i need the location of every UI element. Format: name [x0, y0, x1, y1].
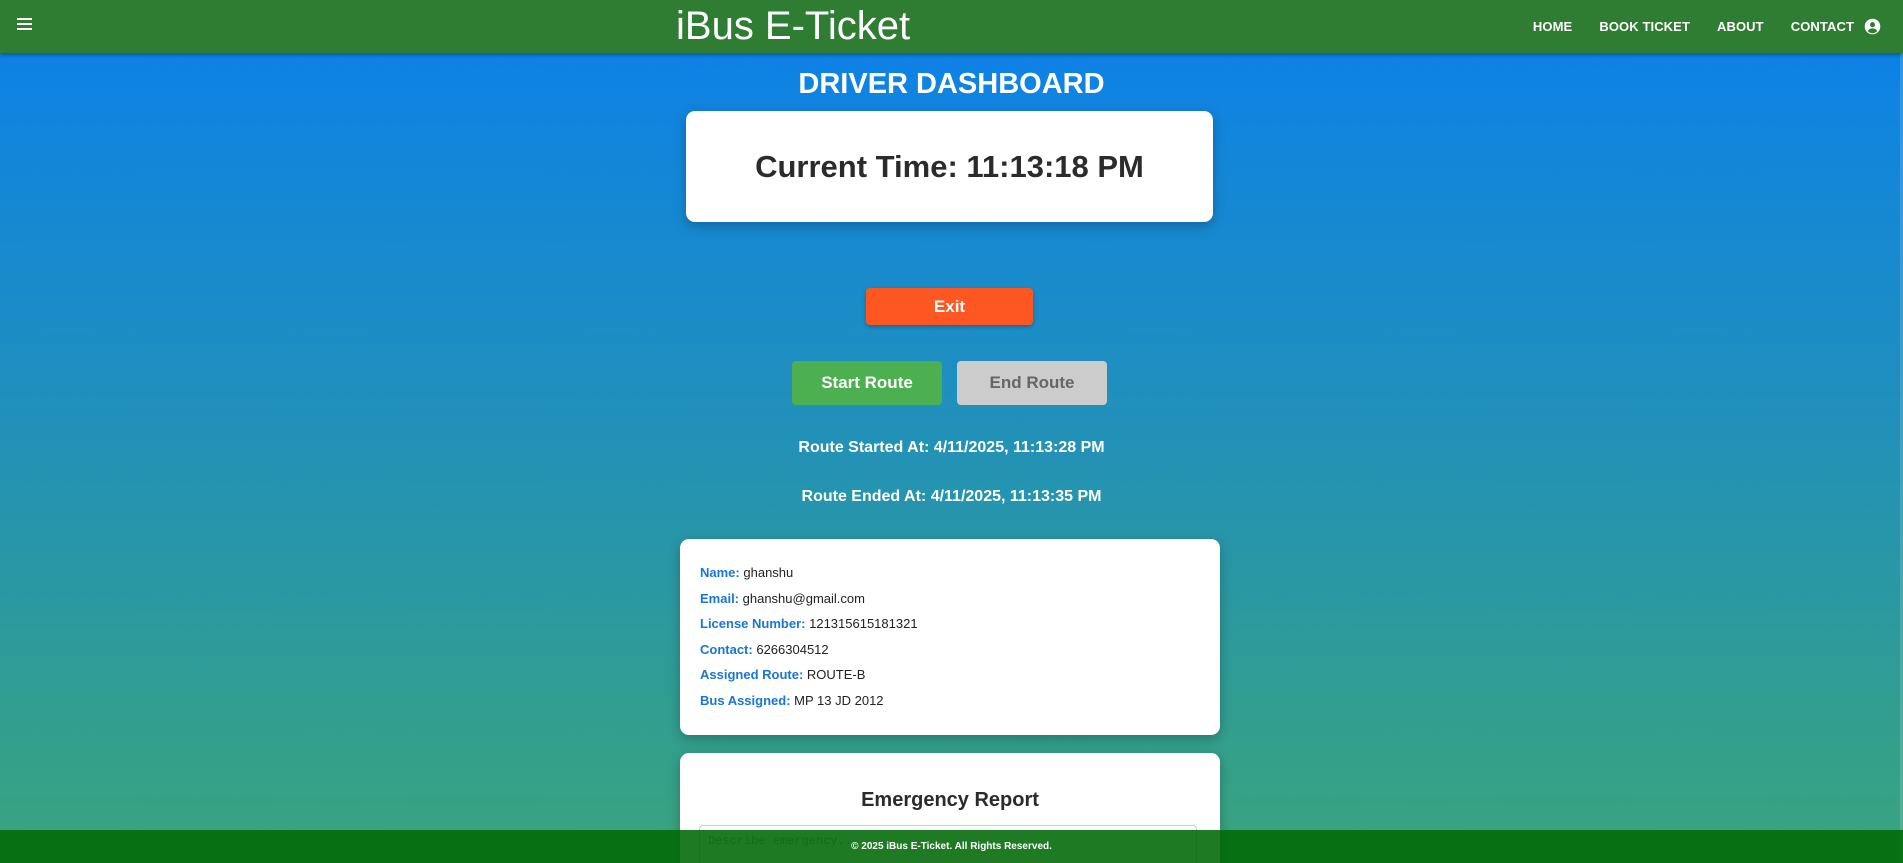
- footer: © 2025 iBus E-Ticket. All Rights Reserve…: [0, 830, 1903, 863]
- start-route-button[interactable]: Start Route: [792, 361, 942, 405]
- dashboard-title: DRIVER DASHBOARD: [798, 68, 1105, 100]
- assigned-route-value: ROUTE-B: [806, 667, 866, 683]
- contact-value: 6266304512: [756, 641, 829, 657]
- hamburger-icon[interactable]: [17, 18, 34, 32]
- driver-email-row: Email: ghanshu@gmail.com: [700, 591, 918, 617]
- bus-assigned-label: Bus Assigned:: [700, 692, 791, 708]
- name-label: Name:: [700, 565, 740, 580]
- nav-link-home[interactable]: HOME: [1533, 19, 1572, 34]
- nav-link-about[interactable]: ABOUT: [1717, 19, 1764, 34]
- nav-link-contact[interactable]: CONTACT: [1791, 19, 1854, 34]
- app-title: iBus E-Ticket: [676, 4, 911, 48]
- footer-copyright: © 2025 iBus E-Ticket. All Rights Reserve…: [851, 841, 1052, 852]
- current-time-text: Current Time: 11:13:18 PM: [755, 148, 1144, 184]
- nav-link-book-ticket[interactable]: BOOK TICKET: [1599, 19, 1690, 34]
- driver-license-row: License Number: 121315615181321: [700, 616, 918, 642]
- driver-info-card: Name: ghanshu Email: ghanshu@gmail.com L…: [680, 539, 1220, 735]
- exit-button[interactable]: Exit: [866, 288, 1033, 325]
- end-route-button[interactable]: End Route: [957, 361, 1107, 405]
- bus-assigned-value: MP 13 JD 2012: [794, 692, 884, 708]
- driver-bus-row: Bus Assigned: MP 13 JD 2012: [700, 693, 918, 719]
- driver-name-row: Name: ghanshu: [700, 565, 918, 591]
- license-value: 121315615181321: [809, 616, 918, 632]
- assigned-route-label: Assigned Route:: [700, 667, 804, 683]
- driver-info-list: Name: ghanshu Email: ghanshu@gmail.com L…: [700, 565, 918, 719]
- name-value: ghanshu: [743, 565, 794, 580]
- account-circle-icon[interactable]: [1864, 18, 1881, 35]
- driver-route-row: Assigned Route: ROUTE-B: [700, 667, 918, 693]
- license-label: License Number:: [700, 616, 806, 632]
- nav-links: HOME BOOK TICKET ABOUT CONTACT: [1533, 0, 1903, 53]
- driver-contact-row: Contact: 6266304512: [700, 642, 918, 668]
- email-value: ghanshu@gmail.com: [742, 590, 865, 606]
- email-label: Email:: [700, 590, 740, 606]
- route-ended-text: Route Ended At: 4/11/2025, 11:13:35 PM: [801, 488, 1102, 505]
- emergency-report-title: Emergency Report: [861, 789, 1039, 811]
- current-time-card: Current Time: 11:13:18 PM: [686, 111, 1213, 222]
- route-started-text: Route Started At: 4/11/2025, 11:13:28 PM: [798, 439, 1105, 456]
- top-navbar: iBus E-Ticket HOME BOOK TICKET ABOUT CON…: [0, 0, 1903, 53]
- contact-label: Contact:: [700, 641, 753, 657]
